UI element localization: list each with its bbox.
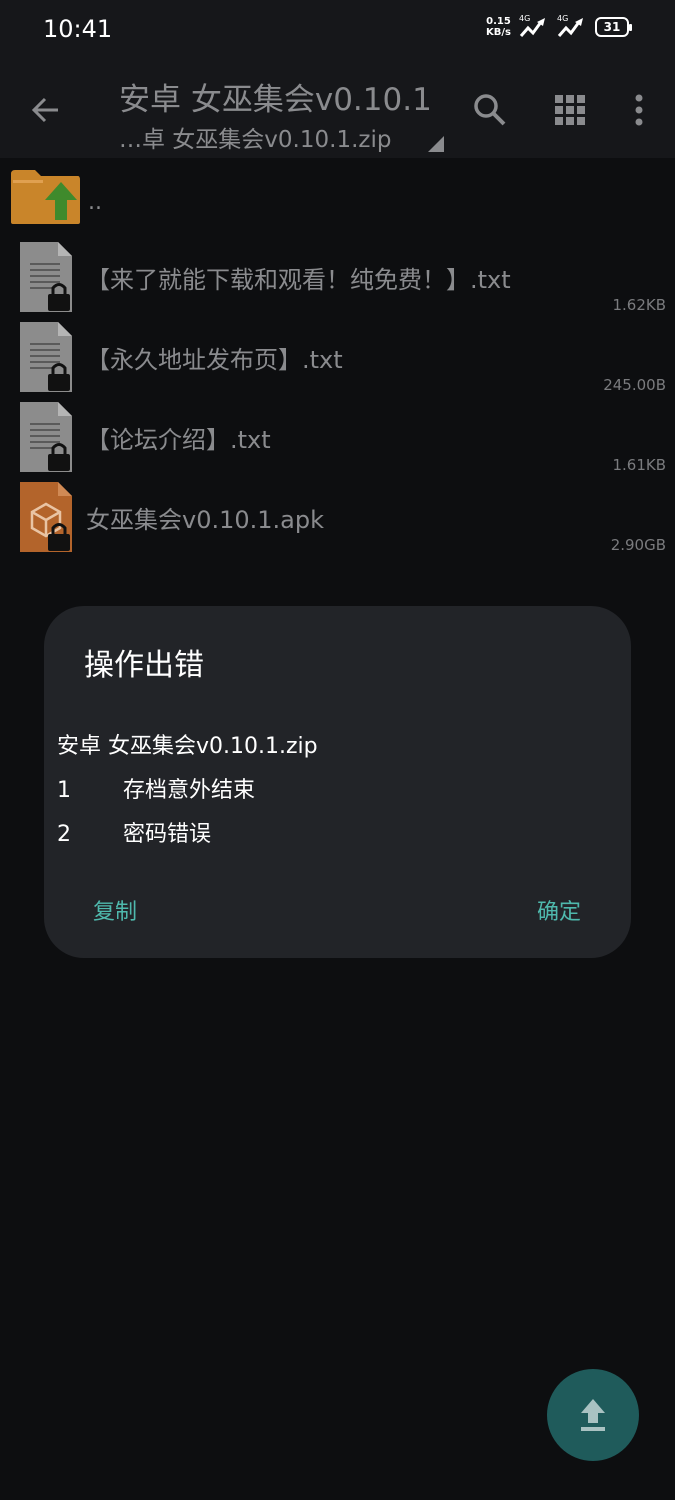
file-size: 2.90GB — [610, 536, 666, 554]
signal-icon-2: 4G — [557, 14, 587, 40]
status-time: 10:41 — [43, 15, 113, 43]
grid-view-icon — [555, 95, 585, 125]
error-line: 2 密码错误 — [57, 816, 211, 848]
file-row[interactable]: 女巫集会v0.10.1.apk 2.90GB — [0, 480, 675, 560]
page-title: 安卓 女巫集会v0.10.1 — [119, 82, 432, 118]
path-dropdown[interactable]: …卓 女巫集会v0.10.1.zip — [119, 120, 391, 154]
file-row[interactable]: 【论坛介绍】.txt 1.61KB — [0, 400, 675, 480]
extract-fab-button[interactable] — [547, 1369, 639, 1461]
dialog-title: 操作出错 — [84, 648, 204, 683]
app-bar: 安卓 女巫集会v0.10.1 …卓 女巫集会v0.10.1.zip — [0, 60, 675, 158]
error-number: 2 — [57, 822, 71, 847]
more-vert-icon — [635, 94, 643, 126]
locked-apk-file-icon — [20, 482, 72, 552]
error-text: 密码错误 — [123, 822, 212, 847]
file-size: 245.00B — [603, 376, 666, 394]
error-text: 存档意外结束 — [123, 778, 256, 803]
back-button[interactable] — [26, 90, 66, 130]
error-number: 1 — [57, 778, 71, 803]
file-size: 1.61KB — [612, 456, 666, 474]
upload-icon — [581, 1399, 605, 1431]
parent-label: .. — [88, 190, 102, 215]
battery-level: 31 — [603, 20, 621, 34]
file-name: 女巫集会v0.10.1.apk — [86, 506, 325, 534]
file-name: 【永久地址发布页】.txt — [86, 346, 343, 374]
grid-view-button[interactable] — [553, 93, 587, 127]
locked-text-file-icon — [20, 242, 72, 312]
ok-button[interactable]: 确定 — [537, 894, 581, 926]
file-size: 1.62KB — [612, 296, 666, 314]
file-name: 【论坛介绍】.txt — [86, 426, 271, 454]
locked-text-file-icon — [20, 322, 72, 392]
signal1-label: 4G — [519, 14, 531, 23]
file-name: 【来了就能下载和观看！纯免费！】.txt — [86, 266, 511, 294]
file-row[interactable]: 【来了就能下载和观看！纯免费！】.txt 1.62KB — [0, 240, 675, 320]
status-bar: 10:41 0.15 KB/s 4G 4G 31 — [0, 0, 675, 60]
net-speed-unit: KB/s — [486, 27, 511, 38]
dialog-archive-name: 安卓 女巫集会v0.10.1.zip — [57, 734, 318, 759]
search-button[interactable] — [470, 90, 510, 130]
error-dialog: 操作出错 安卓 女巫集会v0.10.1.zip 1 存档意外结束 2 密码错误 复制… — [44, 606, 631, 958]
error-line: 1 存档意外结束 — [57, 772, 255, 804]
search-icon — [474, 94, 506, 126]
battery-icon: 31 — [595, 17, 632, 37]
parent-directory-row[interactable]: .. — [0, 160, 675, 232]
net-speed: 0.15 KB/s — [486, 16, 511, 38]
locked-text-file-icon — [20, 402, 72, 472]
folder-up-icon — [11, 170, 80, 224]
more-options-button[interactable] — [625, 90, 653, 130]
copy-button[interactable]: 复制 — [93, 894, 137, 926]
status-indicators: 0.15 KB/s 4G 4G 31 — [486, 14, 632, 40]
file-row[interactable]: 【永久地址发布页】.txt 245.00B — [0, 320, 675, 400]
net-speed-value: 0.15 — [486, 16, 511, 27]
signal-icon: 4G — [519, 14, 549, 40]
signal2-label: 4G — [557, 14, 569, 23]
dropdown-triangle-icon — [428, 136, 444, 152]
arrow-left-icon — [31, 97, 58, 123]
